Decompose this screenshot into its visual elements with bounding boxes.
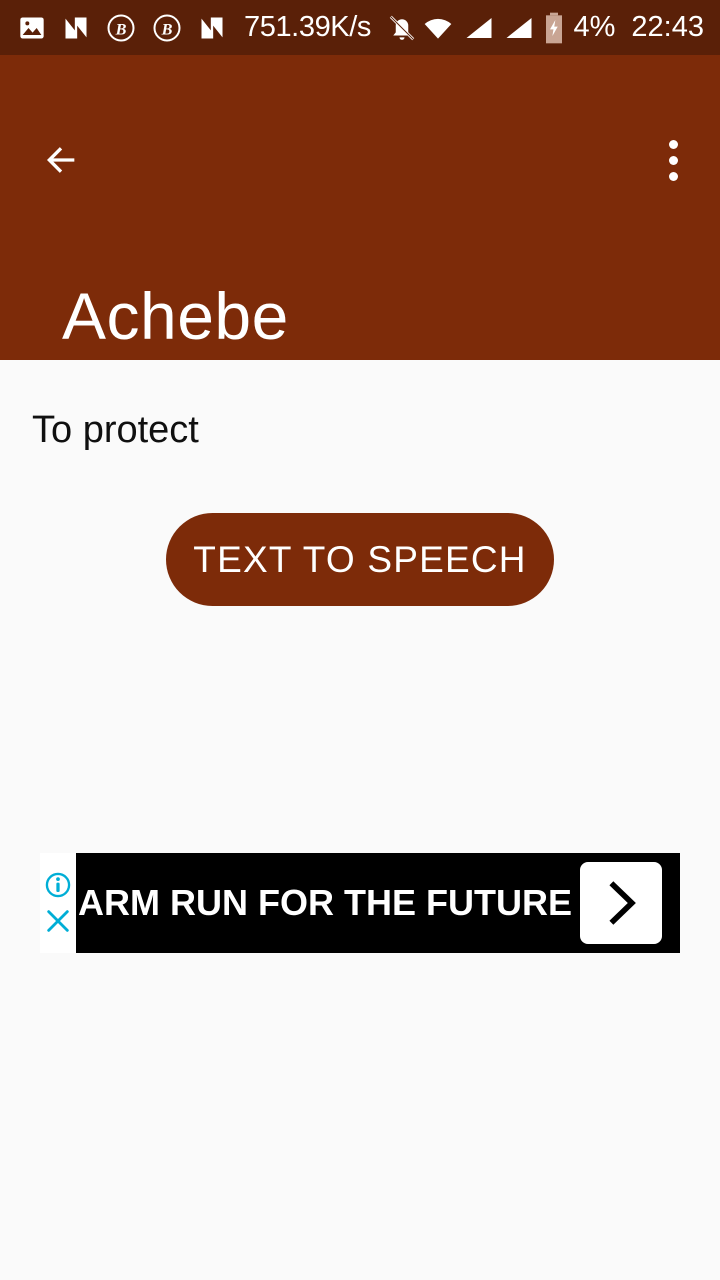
ad-headline-text: ARM RUN FOR THE FUTURE 7 (78, 882, 580, 923)
text-to-speech-button[interactable]: TEXT TO SPEECH (166, 513, 554, 606)
bitcoin-circle-icon-2: B (152, 13, 182, 43)
bitcoin-circle-icon: B (106, 13, 136, 43)
wifi-icon (422, 14, 454, 42)
menu-dot-1 (668, 139, 678, 149)
battery-percent-text: 4% (573, 11, 616, 43)
arrow-back-icon[interactable] (30, 129, 92, 191)
signal-bars-icon-2 (504, 14, 534, 42)
more-vertical-icon[interactable] (642, 129, 704, 191)
battery-charging-icon (544, 12, 564, 44)
menu-dot-2 (668, 155, 678, 165)
status-bar-system-icons: 4% 22:43 (422, 11, 704, 44)
ad-banner[interactable]: ARM RUN FOR THE FUTURE 7 (40, 853, 680, 953)
ad-choices-strip (40, 853, 76, 953)
status-bar-notification-icons: B B 751.39K/s (18, 11, 422, 44)
svg-text:B: B (115, 20, 127, 38)
app-bar: Achebe (0, 55, 720, 360)
page-title: Achebe (62, 279, 289, 353)
ad-close-icon[interactable] (43, 906, 73, 936)
bell-muted-icon (387, 13, 417, 43)
nova-launcher-icon-2 (198, 14, 226, 42)
status-bar: B B 751.39K/s 4% 22:43 (0, 0, 720, 55)
nova-launcher-icon (62, 14, 90, 42)
network-speed-text: 751.39K/s (244, 11, 371, 43)
ad-info-icon[interactable] (43, 870, 73, 900)
photo-icon (18, 14, 46, 42)
clock-text: 22:43 (631, 11, 704, 43)
signal-bars-icon (464, 14, 494, 42)
body-text: To protect (32, 409, 199, 451)
svg-text:B: B (161, 20, 173, 38)
chevron-right-icon[interactable] (580, 862, 662, 944)
menu-dot-3 (668, 171, 678, 181)
